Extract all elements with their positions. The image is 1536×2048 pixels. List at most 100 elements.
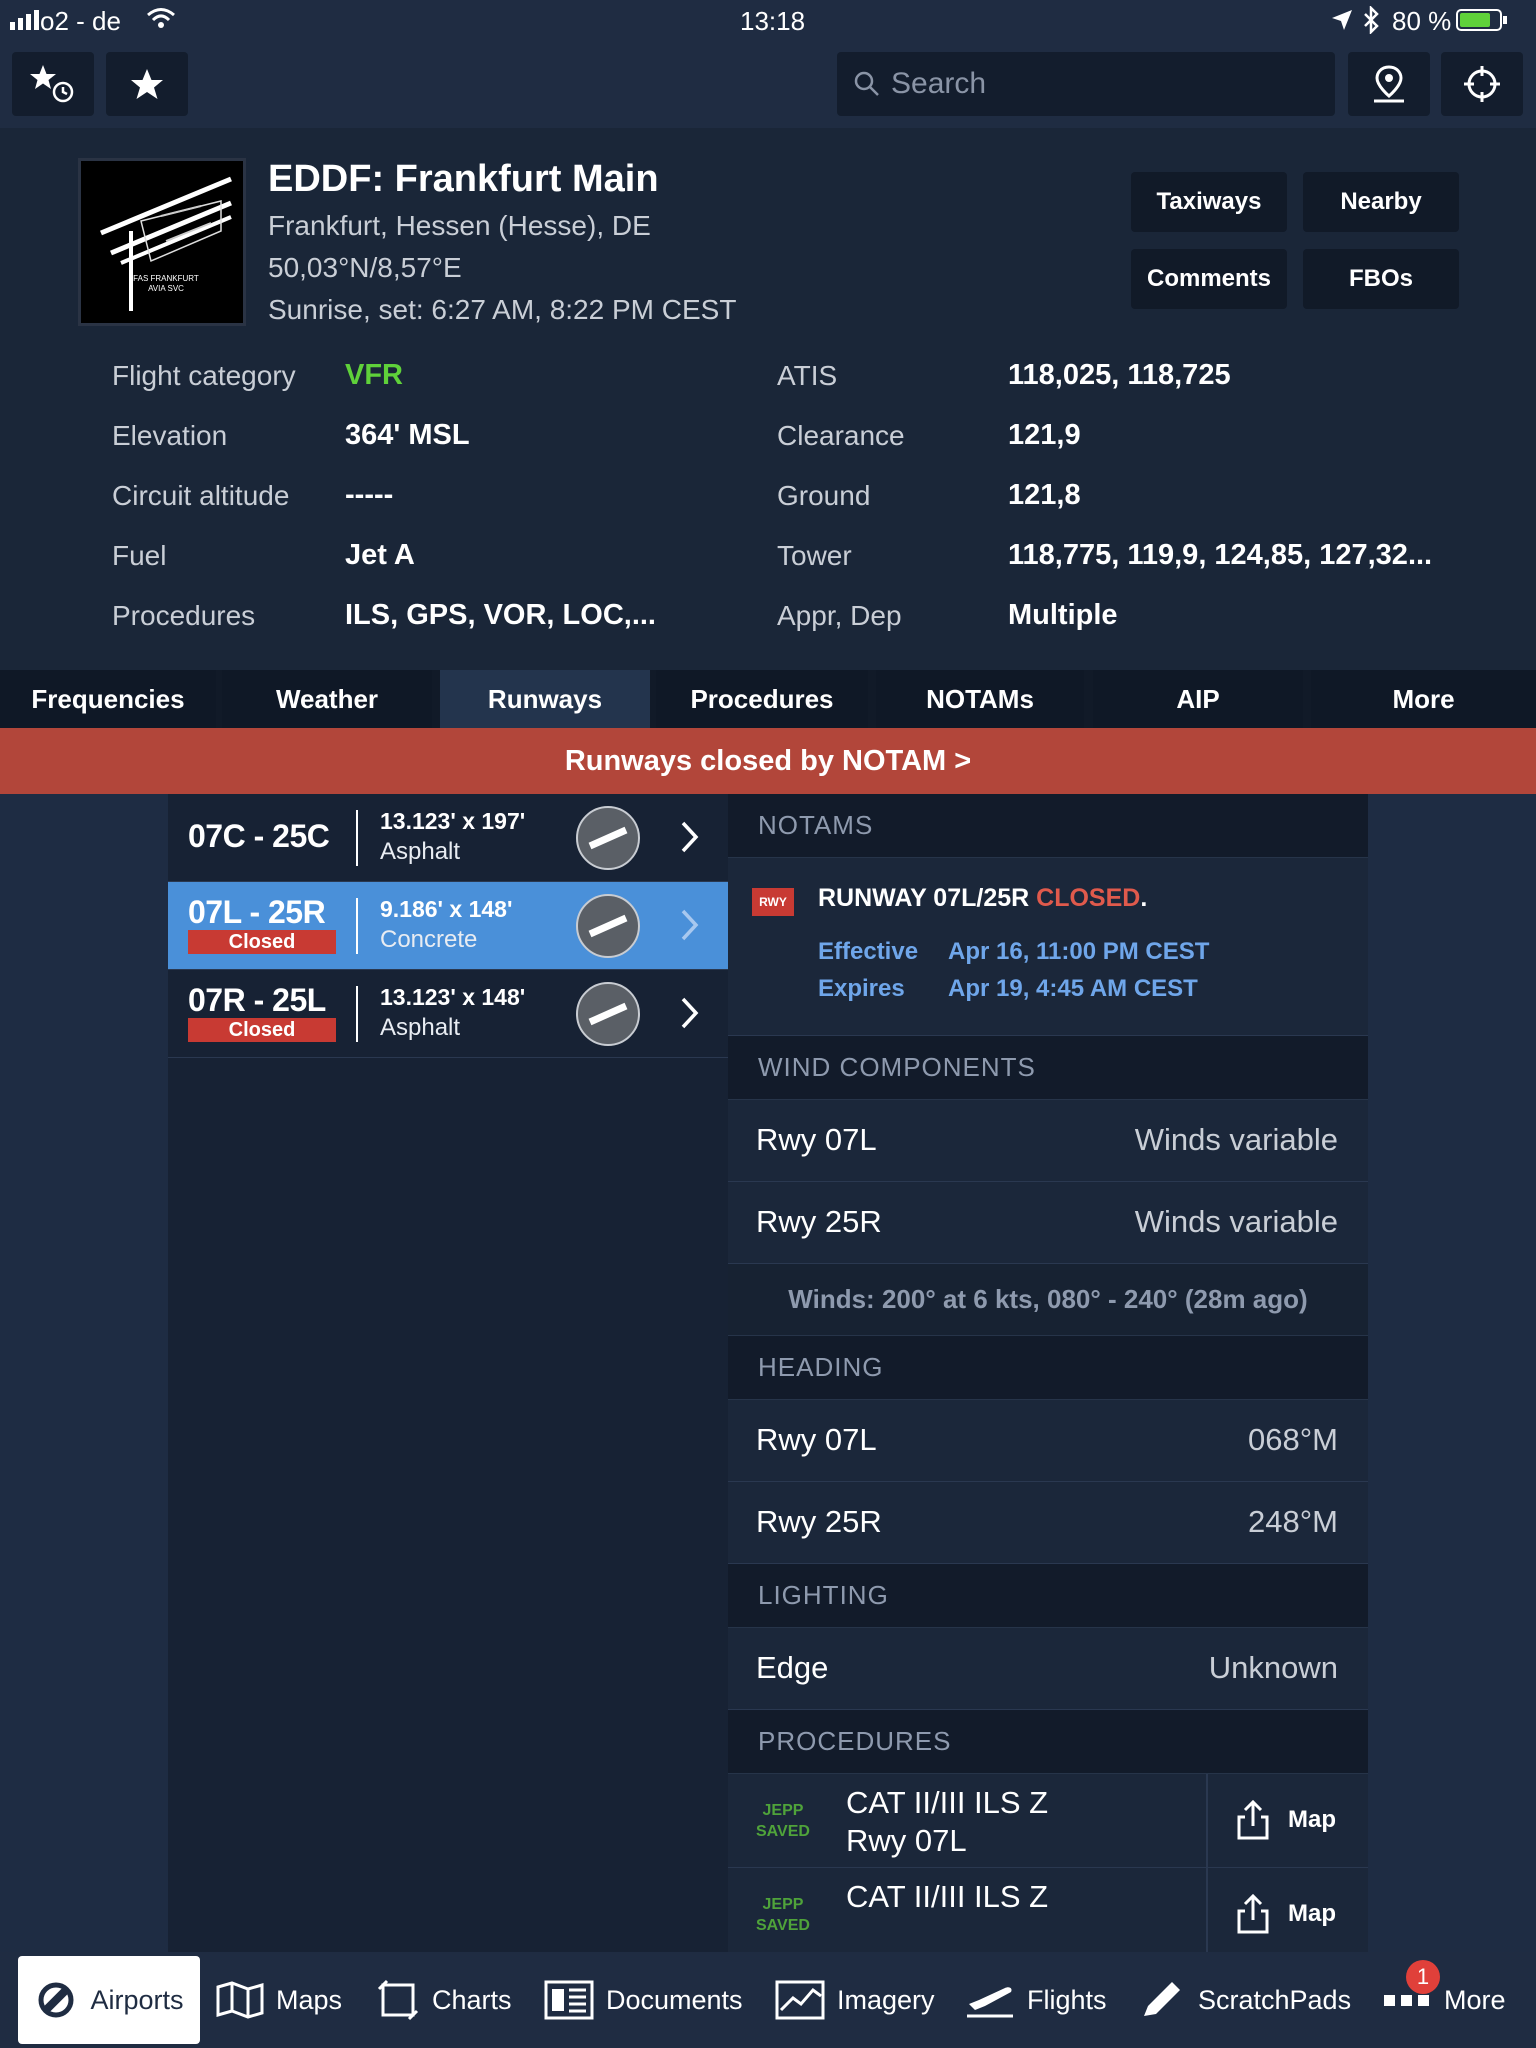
tab-weather[interactable]: Weather (222, 670, 432, 728)
airport-diagram-thumbnail[interactable]: FAS FRANKFURT AVIA SVC (78, 158, 246, 326)
notam-rwy-badge: RWY (752, 888, 794, 916)
closed-badge: Closed (188, 930, 336, 954)
clearance-value[interactable]: 121,9 (1008, 419, 1081, 452)
jepp-saved-badge: JEPP SAVED (756, 1802, 810, 1840)
info-label-appr-dep: Appr, Dep (777, 600, 902, 631)
nav-charts[interactable]: Charts (376, 1956, 512, 2044)
flight-category-value: VFR (345, 359, 403, 391)
star-icon (131, 69, 163, 99)
runway-dimensions: 13.123' x 148' (380, 984, 526, 1010)
runway-name: 07L - 25R (188, 894, 326, 930)
search-icon (854, 71, 879, 96)
wind-row: Rwy 07L Winds variable (728, 1100, 1368, 1182)
tab-procedures[interactable]: Procedures (656, 670, 868, 728)
location-arrow-icon (1332, 10, 1352, 30)
bottom-tab-bar: Airports Maps Charts Documents Imagery F… (0, 1952, 1536, 2048)
procedure-map-button[interactable]: Map (1236, 1800, 1336, 1840)
runways-closed-banner[interactable]: Runways closed by NOTAM > (0, 728, 1536, 794)
wind-row: Rwy 25R Winds variable (728, 1182, 1368, 1264)
more-dots-icon (1384, 1995, 1429, 2006)
nav-imagery[interactable]: Imagery (775, 1956, 935, 2044)
info-label-ground: Ground (777, 480, 871, 511)
procedure-row[interactable]: JEPP SAVED CAT II/III ILS Z Rwy 07L Map (728, 1774, 1368, 1868)
runway-row[interactable]: 07L - 25R Closed 9.186' x 148' Concrete (168, 882, 728, 970)
carrier-label: o2 - de (40, 6, 121, 36)
ground-value[interactable]: 121,8 (1008, 479, 1081, 512)
section-header-wind: WIND COMPONENTS (728, 1036, 1368, 1100)
nav-scratchpads[interactable]: ScratchPads (1138, 1956, 1351, 2044)
tab-notams[interactable]: NOTAMs (876, 670, 1084, 728)
nearby-button[interactable]: Nearby (1303, 172, 1459, 232)
tower-value[interactable]: 118,775, 119,9, 124,85, 127,32... (1008, 539, 1432, 572)
section-header-procedures: PROCEDURES (728, 1710, 1368, 1774)
jepp-saved-badge: JEPP SAVED (756, 1896, 810, 1934)
charts-icon (377, 1979, 419, 2021)
notification-badge: 1 (1406, 1960, 1440, 1994)
tab-runways[interactable]: Runways (440, 670, 650, 728)
runway-row[interactable]: 07C - 25C 13.123' x 197' Asphalt (168, 794, 728, 882)
nav-maps[interactable]: Maps (216, 1956, 342, 2044)
runway-list: 07C - 25C 13.123' x 197' Asphalt 07L - 2… (168, 794, 728, 1952)
top-toolbar: Search (0, 44, 1536, 128)
runway-surface: Asphalt (380, 838, 461, 865)
chevron-right-icon (681, 821, 699, 853)
tab-more[interactable]: More (1311, 670, 1536, 728)
runway-surface: Asphalt (380, 1014, 461, 1041)
wifi-icon (147, 8, 175, 28)
svg-text:AVIA SVC: AVIA SVC (148, 284, 184, 293)
comments-button[interactable]: Comments (1131, 249, 1287, 309)
info-label-elevation: Elevation (112, 420, 228, 451)
battery-icon (1456, 9, 1502, 31)
nav-flights[interactable]: Flights (965, 1956, 1107, 2044)
locate-button[interactable] (1441, 52, 1523, 116)
chevron-right-icon (681, 997, 699, 1029)
runway-name: 07R - 25L (188, 982, 326, 1018)
nav-airports[interactable]: Airports (18, 1956, 200, 2044)
lighting-row: Edge Unknown (728, 1628, 1368, 1710)
nav-documents[interactable]: Documents (544, 1956, 743, 2044)
appr-dep-value[interactable]: Multiple (1008, 599, 1118, 632)
closed-badge: Closed (188, 1018, 336, 1042)
tab-aip[interactable]: AIP (1093, 670, 1303, 728)
procedure-map-button[interactable]: Map (1236, 1894, 1336, 1934)
documents-icon (544, 1980, 594, 2020)
map-icon (216, 1981, 264, 2019)
fbos-button[interactable]: FBOs (1303, 249, 1459, 309)
procedures-value[interactable]: ILS, GPS, VOR, LOC,... (345, 599, 656, 632)
airport-title: EDDF: Frankfurt Main (268, 158, 659, 200)
atis-value[interactable]: 118,025, 118,725 (1008, 359, 1231, 392)
tab-bar: Frequencies Weather Runways Procedures N… (0, 670, 1536, 728)
favorites-button[interactable] (106, 52, 188, 116)
runway-name: 07C - 25C (188, 818, 330, 854)
heading-row: Rwy 07L 068°M (728, 1400, 1368, 1482)
notam-item[interactable]: RWY RUNWAY 07L/25R CLOSED. Effective Apr… (728, 858, 1368, 1036)
imagery-icon (775, 1980, 825, 2020)
section-header-notams: NOTAMS (728, 794, 1368, 858)
left-margin (0, 794, 168, 1952)
runway-row[interactable]: 07R - 25L Closed 13.123' x 148' Asphalt (168, 970, 728, 1058)
runway-orientation-icon (576, 806, 640, 870)
search-input[interactable]: Search (837, 52, 1335, 116)
taxiways-button[interactable]: Taxiways (1131, 172, 1287, 232)
map-pin-icon (1374, 65, 1404, 103)
search-placeholder: Search (891, 67, 987, 100)
info-label-fuel: Fuel (112, 540, 167, 571)
crosshair-icon (1464, 66, 1500, 102)
runway-orientation-icon (576, 894, 640, 958)
runway-orientation-icon (576, 982, 640, 1046)
info-label-clearance: Clearance (777, 420, 905, 451)
airplane-icon (967, 1987, 1013, 2018)
airport-coordinates: 50,03°N/8,57°E (268, 252, 462, 283)
expires-value: Apr 19, 4:45 AM CEST (948, 975, 1198, 1002)
procedure-row[interactable]: JEPP SAVED CAT II/III ILS Z Map (728, 1868, 1368, 1952)
airport-icon (38, 1982, 74, 2018)
map-pin-button[interactable] (1348, 52, 1430, 116)
status-bar: o2 - de 13:18 80 % (0, 0, 1536, 44)
runway-surface: Concrete (380, 926, 478, 953)
tab-frequencies[interactable]: Frequencies (0, 670, 216, 728)
recent-favorites-button[interactable] (12, 52, 94, 116)
diagram-caption: FAS FRANKFURT (133, 274, 199, 283)
airport-diagram-icon: FAS FRANKFURT AVIA SVC (100, 176, 232, 311)
nav-more[interactable]: More (1382, 1956, 1506, 2044)
chevron-right-icon (681, 909, 699, 941)
